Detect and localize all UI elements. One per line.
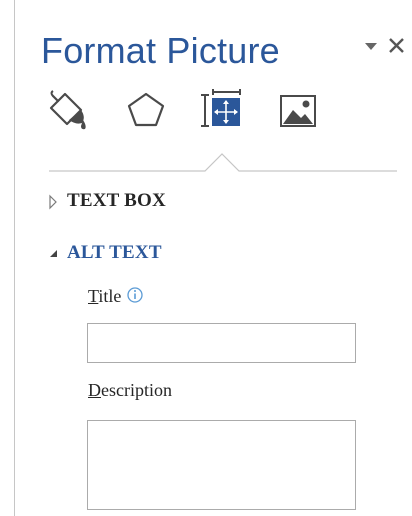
title-field-label: Title bbox=[88, 286, 121, 307]
text-box-section-header[interactable]: TEXT BOX bbox=[47, 190, 347, 222]
pane-title: Format Picture bbox=[41, 30, 280, 71]
alt-text-section-label: ALT TEXT bbox=[67, 242, 162, 263]
category-tabs bbox=[15, 80, 412, 180]
title-label-accesskey: T bbox=[88, 286, 99, 306]
description-input[interactable] bbox=[87, 420, 356, 510]
description-label-accesskey: D bbox=[88, 380, 101, 400]
text-box-section-label: TEXT BOX bbox=[67, 190, 166, 211]
close-icon bbox=[389, 38, 404, 53]
title-label-rest: itle bbox=[98, 286, 122, 306]
format-picture-pane: Format Picture TEXT BOX ALT TEXT Title D… bbox=[14, 0, 412, 516]
close-pane-button[interactable] bbox=[383, 30, 411, 60]
alt-text-section-header[interactable]: ALT TEXT bbox=[47, 242, 347, 274]
description-label-rest: escription bbox=[101, 380, 172, 400]
pane-options-button[interactable] bbox=[361, 36, 383, 56]
dropdown-triangle-icon bbox=[365, 43, 377, 50]
title-input[interactable] bbox=[87, 323, 356, 363]
collapsed-triangle-icon bbox=[49, 194, 57, 210]
expanded-triangle-icon bbox=[50, 250, 57, 257]
selected-tab-indicator bbox=[49, 153, 397, 172]
description-field-label: Description bbox=[88, 380, 172, 401]
info-icon bbox=[127, 287, 143, 303]
